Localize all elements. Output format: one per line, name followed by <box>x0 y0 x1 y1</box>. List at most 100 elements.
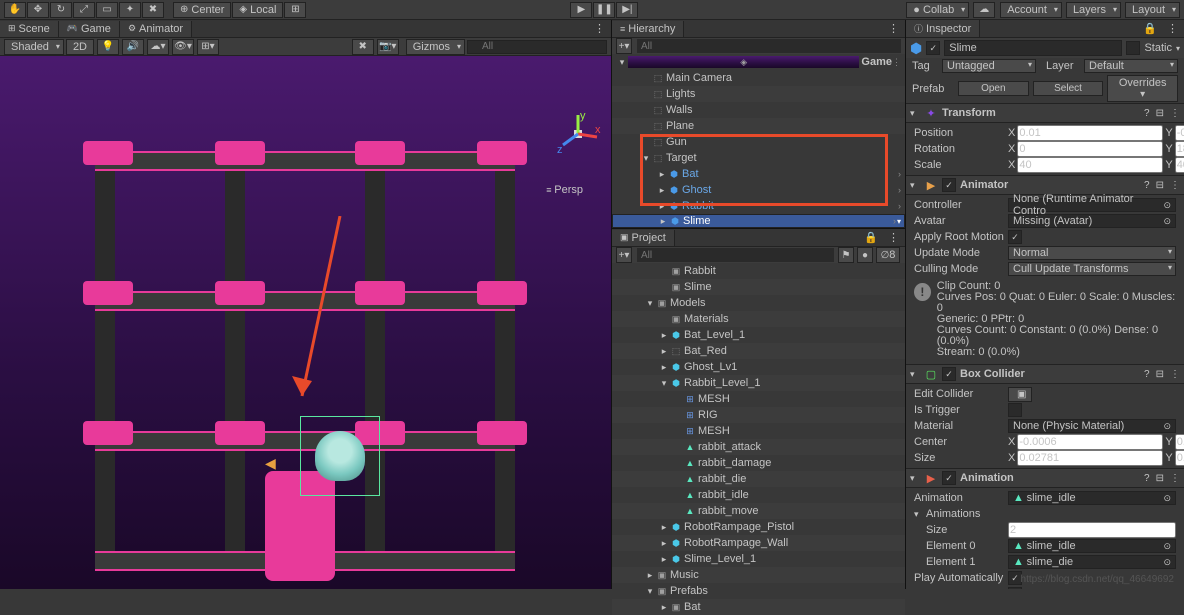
is-trigger-checkbox[interactable] <box>1008 403 1022 417</box>
lock-icon[interactable]: 🔒 <box>860 231 882 244</box>
tab-inspector[interactable]: ⓘInspector <box>906 20 980 37</box>
culling-mode-dropdown[interactable]: Cull Update Transforms <box>1008 262 1176 276</box>
project-item[interactable]: ▸⬢RobotRampage_Wall <box>612 535 905 551</box>
preset-icon[interactable]: ⊟ <box>1156 180 1164 191</box>
preset-icon[interactable]: ⊟ <box>1156 369 1164 380</box>
active-checkbox[interactable]: ✓ <box>926 41 940 55</box>
collider-enable[interactable]: ✓ <box>942 367 956 381</box>
step-button[interactable]: ▶| <box>616 2 638 18</box>
hierarchy-item[interactable]: ⬚Plane <box>612 118 905 134</box>
snap-toggle[interactable]: ⊞ <box>284 2 306 18</box>
layout-dropdown[interactable]: Layout <box>1125 2 1180 18</box>
tag-dropdown[interactable]: Untagged <box>942 59 1036 73</box>
grid-toggle[interactable]: ⊞▾ <box>197 39 219 55</box>
rotate-tool[interactable]: ↻ <box>50 2 72 18</box>
project-item[interactable]: ⊞MESH <box>612 423 905 439</box>
layer-dropdown[interactable]: Default <box>1084 59 1178 73</box>
hierarchy-item[interactable]: ⬚Main Camera <box>612 70 905 86</box>
center-x[interactable] <box>1017 434 1163 450</box>
tab-menu[interactable]: ⋮ <box>882 22 905 35</box>
lighting-toggle[interactable]: 💡 <box>97 39 119 55</box>
transform-component[interactable]: ▾✦ Transform ?⊟⋮ <box>906 103 1184 123</box>
overrides-button[interactable]: Overrides ▾ <box>1107 75 1178 102</box>
layers-dropdown[interactable]: Layers <box>1066 2 1121 18</box>
select-button[interactable]: Select <box>1033 81 1104 96</box>
tab-menu[interactable]: ⋮ <box>588 22 611 35</box>
animations-size[interactable] <box>1008 522 1176 538</box>
gizmos-dropdown[interactable]: Gizmos <box>406 39 465 55</box>
scene-viewport[interactable]: ◀ y x z ≡ Persp <box>0 56 611 589</box>
help-icon[interactable]: ? <box>1144 473 1150 484</box>
menu-icon[interactable]: ⋮ <box>1170 108 1180 119</box>
project-item[interactable]: ▸⬢Ghost_Lv1 <box>612 359 905 375</box>
help-icon[interactable]: ? <box>1144 180 1150 191</box>
rot-y[interactable] <box>1175 141 1184 157</box>
project-item[interactable]: ▲rabbit_attack <box>612 439 905 455</box>
menu-icon[interactable]: ⋮ <box>1170 180 1180 191</box>
play-button[interactable]: ▶ <box>570 2 592 18</box>
gizmo-settings[interactable]: 📷▾ <box>377 39 399 55</box>
tab-project[interactable]: ▣Project <box>612 230 675 246</box>
fx-toggle[interactable]: ☁▾ <box>147 39 169 55</box>
animation-component[interactable]: ▾▶ ✓ Animation ?⊟⋮ <box>906 468 1184 488</box>
animation-enable[interactable]: ✓ <box>942 471 956 485</box>
project-search[interactable] <box>637 248 834 262</box>
transform-tool[interactable]: ✦ <box>119 2 141 18</box>
hand-tool[interactable]: ✋ <box>4 2 26 18</box>
rect-tool[interactable]: ▭ <box>96 2 118 18</box>
project-item[interactable]: ▲rabbit_damage <box>612 455 905 471</box>
tab-menu[interactable]: ⋮ <box>882 231 905 244</box>
help-icon[interactable]: ? <box>1144 369 1150 380</box>
project-item[interactable]: ▸▣Music <box>612 567 905 583</box>
tab-scene[interactable]: ⊞Scene <box>0 21 59 37</box>
edit-collider-button[interactable]: ▣ <box>1008 387 1032 402</box>
scene-row[interactable]: ▾◈Game⋮ <box>612 54 905 70</box>
project-item[interactable]: ▸⬢Bat_Level_1 <box>612 327 905 343</box>
preset-icon[interactable]: ⊟ <box>1156 473 1164 484</box>
audio-toggle[interactable]: 🔊 <box>122 39 144 55</box>
anim-field[interactable]: ▲ slime_idle⊙ <box>1008 491 1176 505</box>
tab-animator[interactable]: ⚙Animator <box>120 21 192 37</box>
pivot-toggle[interactable]: ⊕Center <box>173 2 231 18</box>
type-filter[interactable]: ● <box>857 247 873 263</box>
menu-icon[interactable]: ⋮ <box>892 57 901 68</box>
move-tool[interactable]: ✥ <box>27 2 49 18</box>
fav-filter[interactable]: ⚑ <box>838 247 854 263</box>
project-item[interactable]: ▸⬢RobotRampage_Pistol <box>612 519 905 535</box>
animator-enable[interactable]: ✓ <box>942 178 956 192</box>
material-field[interactable]: None (Physic Material)⊙ <box>1008 419 1176 433</box>
scl-y[interactable] <box>1175 157 1184 173</box>
size-y[interactable] <box>1175 450 1184 466</box>
size-x[interactable] <box>1017 450 1163 466</box>
scale-tool[interactable]: ⤢ <box>73 2 95 18</box>
hierarchy-item[interactable]: ⬚Lights <box>612 86 905 102</box>
box-collider-component[interactable]: ▾▢ ✓ Box Collider ?⊟⋮ <box>906 364 1184 384</box>
center-y[interactable] <box>1175 434 1184 450</box>
orientation-gizmo[interactable]: y x z <box>555 111 601 157</box>
project-item[interactable]: ▾▣Models <box>612 295 905 311</box>
collab-dropdown[interactable]: ● Collab <box>906 2 969 18</box>
scene-search[interactable] <box>467 40 607 54</box>
hierarchy-item[interactable]: ⬚Walls <box>612 102 905 118</box>
project-item[interactable]: ▾⬢Rabbit_Level_1 <box>612 375 905 391</box>
hierarchy-prefab-item[interactable]: ▸⬢Slime› <box>612 214 905 228</box>
project-item[interactable]: ▣Slime <box>612 279 905 295</box>
project-item[interactable]: ▲rabbit_die <box>612 471 905 487</box>
rot-x[interactable] <box>1017 141 1163 157</box>
mode-2d[interactable]: 2D <box>66 39 94 55</box>
scl-x[interactable] <box>1017 157 1163 173</box>
project-item[interactable]: ⊞MESH <box>612 391 905 407</box>
camera-icon[interactable]: ✖ <box>352 39 374 55</box>
visibility-toggle[interactable]: 👁▾ <box>172 39 194 55</box>
open-button[interactable]: Open <box>958 81 1029 96</box>
element0-field[interactable]: ▲ slime_idle⊙ <box>1008 539 1176 553</box>
project-item[interactable]: ▸▣Bat <box>612 599 905 615</box>
project-tree[interactable]: ▣Rabbit▣Slime▾▣Models▣Materials▸⬢Bat_Lev… <box>612 263 905 615</box>
tab-game[interactable]: 🎮Game <box>59 21 120 37</box>
cloud-button[interactable]: ☁ <box>973 2 995 18</box>
hidden-filter[interactable]: ∅8 <box>876 247 900 263</box>
help-icon[interactable]: ? <box>1144 108 1150 119</box>
space-toggle[interactable]: ◈Local <box>232 2 283 18</box>
controller-field[interactable]: None (Runtime Animator Contro⊙ <box>1008 198 1176 212</box>
animator-component[interactable]: ▾▶ ✓ Animator ?⊟⋮ <box>906 175 1184 195</box>
